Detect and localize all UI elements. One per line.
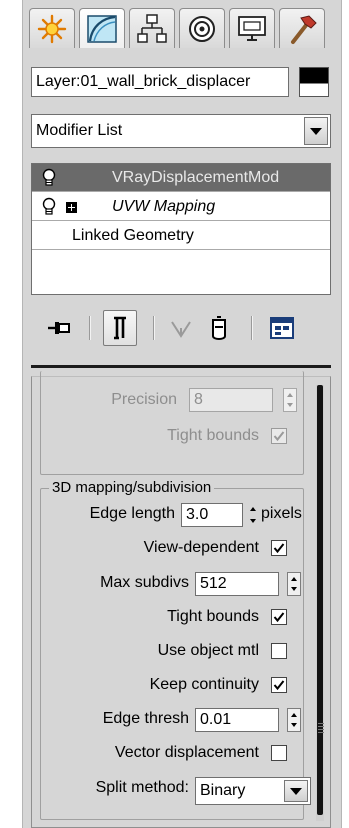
split-method-dropdown[interactable]: Binary xyxy=(195,777,311,805)
object-name-field[interactable]: Layer:01_wall_brick_displacer xyxy=(31,67,289,97)
toolbar-separator xyxy=(153,316,155,340)
vray-displacement-rollout: Precision 8 Tight bounds 3D mapping/subd… xyxy=(31,371,331,828)
create-icon xyxy=(37,14,67,43)
configure-modifier-sets-button[interactable] xyxy=(265,310,299,346)
remove-modifier-icon xyxy=(212,316,226,340)
tab-display[interactable] xyxy=(229,8,275,48)
hierarchy-icon xyxy=(137,13,167,43)
max-subdivs-label: Max subdivs xyxy=(100,574,189,591)
checkmark-icon xyxy=(273,612,285,623)
previous-parameters-group: Precision 8 Tight bounds xyxy=(40,371,304,475)
split-method-value: Binary xyxy=(200,782,246,799)
use-object-mtl-label: Use object mtl xyxy=(157,642,259,659)
panel-divider xyxy=(31,365,331,368)
pin-stack-button[interactable] xyxy=(43,310,75,346)
tab-motion[interactable] xyxy=(179,8,225,48)
stack-item-linked-geometry[interactable]: Linked Geometry xyxy=(32,222,330,250)
split-method-label: Split method: xyxy=(95,779,189,796)
chevron-down-icon[interactable] xyxy=(304,117,328,145)
tight-bounds-checkbox[interactable] xyxy=(271,609,287,625)
command-panel: Layer:01_wall_brick_displacer Modifier L… xyxy=(22,0,342,828)
max-subdivs-spinner[interactable] xyxy=(287,572,301,596)
tight-bounds-label: Tight bounds xyxy=(167,427,259,444)
edge-length-label: Edge length xyxy=(89,505,175,522)
edge-thresh-spinner[interactable] xyxy=(287,708,301,732)
edge-length-spinner[interactable] xyxy=(247,503,261,527)
pin-stack-icon xyxy=(48,322,70,334)
checkmark-icon xyxy=(273,543,285,554)
stack-toolbar xyxy=(31,308,331,348)
chevron-down-icon[interactable] xyxy=(284,780,308,802)
precision-spinner[interactable] xyxy=(283,388,297,412)
command-panel-tabs xyxy=(29,8,337,48)
scrollbar-thumb[interactable] xyxy=(317,385,324,815)
tab-create[interactable] xyxy=(29,8,75,48)
precision-field[interactable]: 8 xyxy=(189,388,273,412)
edge-length-unit: pixels xyxy=(261,505,302,522)
view-dependent-checkbox[interactable] xyxy=(271,540,287,556)
show-end-result-button[interactable] xyxy=(103,310,137,346)
toolbar-separator xyxy=(251,316,253,340)
keep-continuity-label: Keep continuity xyxy=(149,676,259,693)
modify-icon xyxy=(87,14,117,43)
stack-item-vraydisplacementmod[interactable]: VRayDisplacementMod xyxy=(32,164,330,192)
make-unique-icon xyxy=(171,321,191,338)
expand-plus-icon[interactable] xyxy=(66,202,77,213)
max-subdivs-field[interactable]: 512 xyxy=(195,572,279,596)
tight-bounds-checkbox-disabled[interactable] xyxy=(271,428,287,444)
stack-item-label: Linked Geometry xyxy=(72,227,194,244)
show-end-result-icon xyxy=(114,316,126,340)
display-icon xyxy=(238,15,266,41)
utilities-icon xyxy=(291,14,317,44)
use-object-mtl-checkbox[interactable] xyxy=(271,643,287,659)
tight-bounds-label: Tight bounds xyxy=(167,608,259,625)
tab-hierarchy[interactable] xyxy=(129,8,175,48)
make-unique-button[interactable] xyxy=(165,310,197,346)
lightbulb-icon[interactable] xyxy=(40,197,58,217)
stack-item-uvw-mapping[interactable]: UVW Mapping xyxy=(32,193,330,221)
vector-displacement-checkbox[interactable] xyxy=(271,745,287,761)
checkmark-icon xyxy=(273,431,285,442)
keep-continuity-checkbox[interactable] xyxy=(271,677,287,693)
modifier-stack[interactable]: VRayDisplacementMod UVW Mapping Linked G… xyxy=(31,163,331,295)
edge-thresh-label: Edge thresh xyxy=(102,710,189,727)
checkmark-icon xyxy=(273,680,285,691)
motion-icon xyxy=(189,15,215,42)
stack-item-label: VRayDisplacementMod xyxy=(112,169,280,186)
view-dependent-label: View-dependent xyxy=(143,539,259,556)
precision-label: Precision xyxy=(111,391,177,408)
group-title: 3D mapping/subdivision xyxy=(49,478,215,498)
tab-modify[interactable] xyxy=(79,8,125,48)
lightbulb-icon[interactable] xyxy=(40,168,58,188)
vector-displacement-label: Vector displacement xyxy=(114,744,259,761)
stack-item-label: UVW Mapping xyxy=(112,198,216,215)
tab-utilities[interactable] xyxy=(279,8,325,48)
object-color-swatch[interactable] xyxy=(299,67,329,97)
3d-mapping-subdivision-group: 3D mapping/subdivision Edge length 3.0 p… xyxy=(40,478,311,820)
edge-thresh-field[interactable]: 0.01 xyxy=(195,708,279,732)
modifier-list-dropdown[interactable]: Modifier List xyxy=(31,114,331,148)
remove-modifier-button[interactable] xyxy=(203,310,235,346)
modifier-list-value: Modifier List xyxy=(36,122,123,139)
toolbar-separator xyxy=(89,316,91,340)
rollout-scrollbar[interactable] xyxy=(316,385,324,821)
edge-length-field[interactable]: 3.0 xyxy=(181,503,243,527)
configure-modifier-sets-icon xyxy=(270,317,294,339)
